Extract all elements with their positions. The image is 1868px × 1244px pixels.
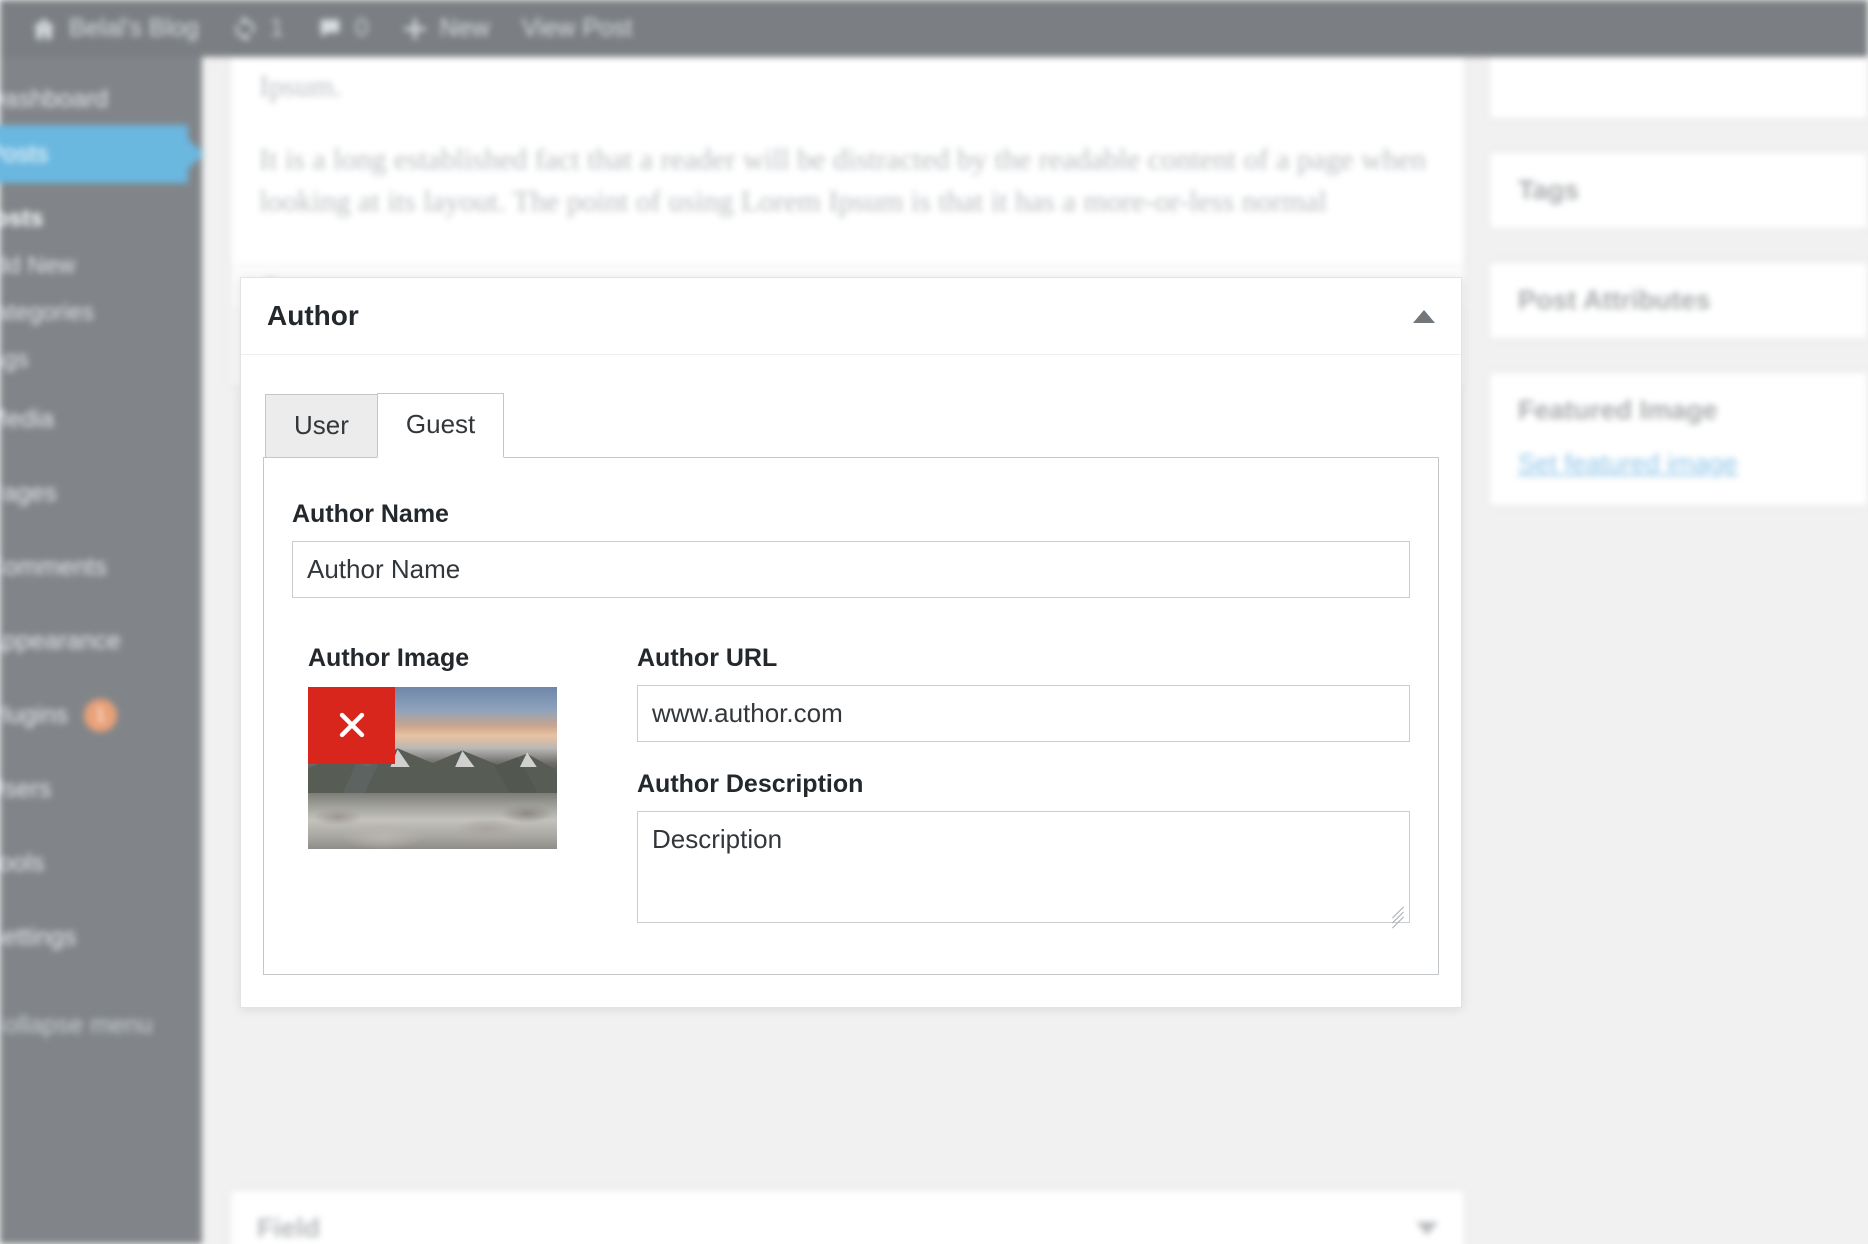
author-meta-column: Author URL Author Description	[637, 644, 1410, 929]
sidebar-subitem-add-new[interactable]: Add New	[0, 242, 202, 289]
sidebar-item-label: Posts	[0, 139, 49, 168]
author-image-thumbnail[interactable]	[308, 686, 557, 849]
editor-paragraph: Ipsum.	[259, 70, 342, 103]
metabox-tags[interactable]: Tags	[1489, 152, 1868, 229]
author-name-field-group: Author Name	[292, 500, 1410, 598]
collapse-menu-button[interactable]: Collapse menu	[0, 999, 202, 1051]
admin-sidebar-menu: Dashboard Posts Posts Add New Categories…	[0, 57, 202, 1244]
tab-guest[interactable]: Guest	[376, 393, 505, 458]
comment-bubble-icon	[316, 15, 344, 43]
sidebar-subitem-label: Categories	[0, 298, 95, 326]
sidebar-item-media[interactable]: Media	[0, 393, 202, 445]
sidebar-item-comments[interactable]: Comments	[0, 541, 202, 593]
sidebar-subitem-label: Add New	[0, 251, 76, 279]
plus-icon	[401, 15, 429, 43]
sidebar-subitem-posts[interactable]: Posts	[0, 195, 202, 242]
sidebar-item-users[interactable]: Users	[0, 763, 202, 815]
comments-count: 0	[354, 14, 369, 42]
sidebar-item-settings[interactable]: Settings	[0, 911, 202, 963]
author-url-field-group: Author URL	[637, 644, 1410, 742]
plugin-update-badge: 1	[84, 698, 117, 732]
wordpress-admin-screen: Ipsum. It is a long established fact tha…	[0, 0, 1868, 1244]
author-name-input[interactable]	[292, 540, 1410, 598]
metabox-field-title: Field	[257, 1213, 321, 1243]
sidebar-submenu-posts: Posts Add New Categories Tags	[0, 183, 202, 393]
site-title: Belal's Blog	[69, 14, 199, 42]
sidebar-item-label: Media	[0, 404, 55, 433]
remove-author-image-button[interactable]	[308, 686, 395, 764]
metabox-tags-title: Tags	[1518, 175, 1580, 205]
author-description-textarea[interactable]	[637, 810, 1410, 923]
metabox-field[interactable]: Field	[230, 1190, 1465, 1244]
sidebar-subitem-tags[interactable]: Tags	[0, 336, 202, 383]
sidebar-box-top	[1489, 47, 1868, 119]
author-description-label: Author Description	[637, 769, 864, 798]
collapse-menu-label: Collapse menu	[0, 1010, 153, 1039]
sidebar-item-label: Plugins	[0, 700, 68, 729]
sidebar-subitem-categories[interactable]: Categories	[0, 289, 202, 336]
tab-user[interactable]: User	[265, 394, 378, 458]
sidebar-subitem-label: Posts	[0, 204, 44, 232]
sidebar-item-label: Comments	[0, 552, 107, 581]
metabox-author-title: Author	[267, 300, 359, 331]
metabox-field-header[interactable]: Field	[231, 1191, 1464, 1244]
home-icon	[30, 15, 58, 43]
metabox-author: Author User Guest Author Name Author Nam…	[240, 277, 1462, 1008]
view-post-label: View Post	[521, 14, 633, 42]
updates-menu[interactable]: 1	[215, 0, 300, 57]
chevron-up-icon[interactable]	[1413, 309, 1435, 323]
admin-bar: Belal's Blog 1 0 New View Post	[0, 0, 1868, 57]
new-content-menu[interactable]: New	[385, 0, 506, 57]
author-url-input[interactable]	[637, 684, 1410, 742]
author-tabs: User Guest	[263, 393, 1439, 458]
chevron-down-icon[interactable]	[1416, 1222, 1438, 1235]
tab-guest-label: Guest	[405, 409, 476, 439]
sidebar-item-label: Tools	[0, 848, 45, 877]
metabox-author-body: User Guest Author Name Author Image	[241, 355, 1461, 1007]
author-description-field-group: Author Description	[637, 769, 1410, 929]
set-featured-image-link[interactable]: Set featured image	[1490, 448, 1867, 505]
metabox-post-attributes-title: Post Attributes	[1518, 285, 1711, 315]
sidebar-item-label: Pages	[0, 478, 57, 507]
new-label: New	[439, 14, 490, 42]
tab-user-label: User	[294, 410, 349, 440]
sidebar-subitem-label: Tags	[0, 345, 29, 373]
updates-icon	[231, 15, 259, 43]
editor-paragraph: It is a long established fact that a rea…	[259, 142, 1427, 219]
sidebar-item-label: Users	[0, 774, 52, 803]
author-description-wrapper	[637, 810, 1410, 929]
author-name-label: Author Name	[292, 499, 449, 528]
sidebar-item-plugins[interactable]: Plugins 1	[0, 689, 202, 741]
metabox-author-header[interactable]: Author	[241, 278, 1461, 355]
metabox-featured-image[interactable]: Featured Image Set featured image	[1489, 372, 1868, 506]
sidebar-item-pages[interactable]: Pages	[0, 467, 202, 519]
updates-count: 1	[269, 14, 284, 42]
post-sidebar: Tags Post Attributes Featured Image Set …	[1489, 47, 1868, 539]
editor-content[interactable]: Ipsum. It is a long established fact tha…	[231, 48, 1464, 264]
metabox-featured-image-title: Featured Image	[1518, 395, 1718, 425]
sidebar-item-label: Settings	[0, 922, 77, 951]
sidebar-item-appearance[interactable]: Appearance	[0, 615, 202, 667]
author-url-label: Author URL	[637, 643, 778, 672]
sidebar-item-posts[interactable]: Posts	[0, 125, 188, 183]
author-guest-panel: Author Name Author Image	[263, 456, 1439, 975]
comments-menu[interactable]: 0	[300, 0, 385, 57]
author-image-column: Author Image	[292, 644, 637, 928]
view-post-link[interactable]: View Post	[506, 0, 649, 57]
sidebar-item-label: Dashboard	[0, 84, 109, 113]
sidebar-item-dashboard[interactable]: Dashboard	[0, 73, 202, 125]
metabox-post-attributes[interactable]: Post Attributes	[1489, 262, 1868, 339]
author-image-label: Author Image	[308, 643, 470, 672]
site-name-menu[interactable]: Belal's Blog	[14, 0, 215, 57]
sidebar-item-label: Appearance	[0, 626, 121, 655]
sidebar-item-tools[interactable]: Tools	[0, 837, 202, 889]
author-details-columns: Author Image Author URL www.author.com A…	[292, 644, 1410, 929]
